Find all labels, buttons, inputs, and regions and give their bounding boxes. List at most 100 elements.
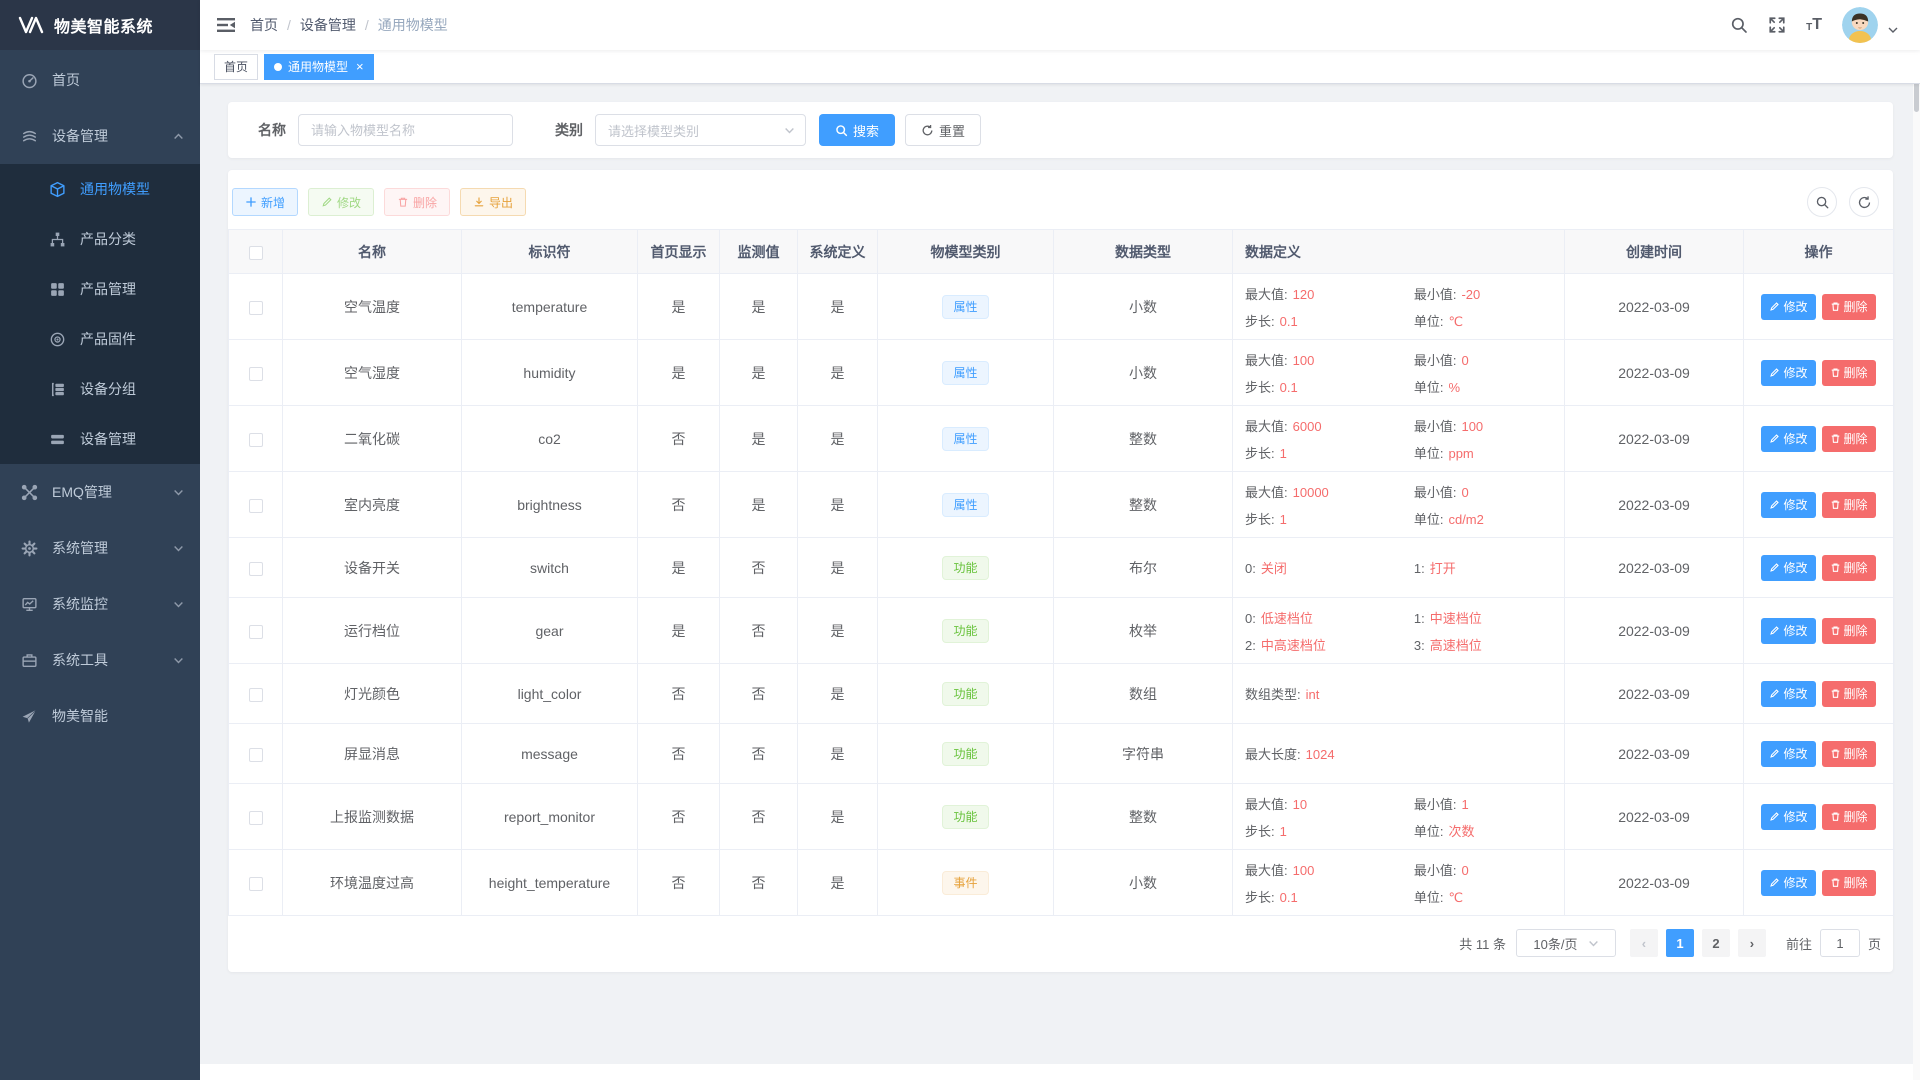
category-tag: 功能 — [942, 619, 988, 643]
prev-page-button[interactable]: ‹ — [1630, 929, 1658, 957]
sidebar-subitem-5[interactable]: 设备管理 — [0, 414, 200, 464]
add-button[interactable]: 新增 — [232, 188, 298, 216]
row-edit-button[interactable]: 修改 — [1761, 360, 1815, 386]
sidebar-item-4[interactable]: 系统监控 — [0, 576, 200, 632]
cell-name: 设备开关 — [283, 538, 462, 598]
fullscreen-icon[interactable] — [1768, 16, 1786, 34]
main-area: 首页/设备管理/通用物模型 TT 首页通用物模型× 名称 — [200, 0, 1920, 1080]
cell-name: 灯光颜色 — [283, 664, 462, 724]
select-all-checkbox[interactable] — [249, 246, 263, 260]
avatar[interactable] — [1842, 7, 1878, 43]
cell-created-time: 2022-03-09 — [1565, 538, 1744, 598]
row-edit-button[interactable]: 修改 — [1761, 294, 1815, 320]
name-filter-input[interactable] — [298, 114, 513, 146]
row-delete-button[interactable]: 删除 — [1822, 618, 1876, 644]
delete-button[interactable]: 删除 — [384, 188, 450, 216]
cell-data-type: 小数 — [1054, 274, 1233, 340]
row-edit-button[interactable]: 修改 — [1761, 804, 1815, 830]
row-checkbox[interactable] — [249, 811, 263, 825]
column-header: 标识符 — [462, 230, 638, 274]
row-delete-button[interactable]: 删除 — [1822, 870, 1876, 896]
reset-button[interactable]: 重置 — [905, 114, 981, 146]
sidebar-item-label: 设备管理 — [52, 126, 108, 146]
cell-select — [229, 664, 283, 724]
page-button-2[interactable]: 2 — [1702, 929, 1730, 957]
search-icon[interactable] — [1730, 16, 1748, 34]
search-button[interactable]: 搜索 — [819, 114, 895, 146]
row-checkbox[interactable] — [249, 499, 263, 513]
row-edit-button[interactable]: 修改 — [1761, 681, 1815, 707]
sidebar-item-3[interactable]: 系统管理 — [0, 520, 200, 576]
caret-down-icon[interactable] — [1888, 26, 1898, 34]
row-edit-button[interactable]: 修改 — [1761, 492, 1815, 518]
row-checkbox[interactable] — [249, 688, 263, 702]
next-page-button[interactable]: › — [1738, 929, 1766, 957]
sidebar-subitem-1[interactable]: 产品分类 — [0, 214, 200, 264]
cell-created-time: 2022-03-09 — [1565, 598, 1744, 664]
pencil-icon — [1769, 301, 1780, 312]
hamburger-icon[interactable] — [216, 15, 236, 35]
breadcrumb-separator: / — [365, 17, 369, 33]
sidebar-item-6[interactable]: 物美智能 — [0, 688, 200, 744]
sidebar-subitem-3[interactable]: 产品固件 — [0, 314, 200, 364]
sidebar-subitem-2[interactable]: 产品管理 — [0, 264, 200, 314]
table-search-icon[interactable] — [1807, 187, 1837, 217]
cell-select — [229, 538, 283, 598]
category-filter-select[interactable]: 请选择模型类别 — [595, 114, 806, 146]
row-checkbox[interactable] — [249, 301, 263, 315]
tab-通用物模型[interactable]: 通用物模型× — [264, 54, 374, 80]
sidebar-subitem-0[interactable]: 通用物模型 — [0, 164, 200, 214]
page-size-select[interactable]: 10条/页 — [1516, 929, 1616, 957]
sidebar-item-5[interactable]: 系统工具 — [0, 632, 200, 688]
data-def-item: 最大值:10 — [1245, 794, 1414, 813]
cell-system-defined: 是 — [798, 850, 878, 916]
refresh-icon[interactable] — [1849, 187, 1879, 217]
cell-home-display: 否 — [638, 850, 720, 916]
export-button[interactable]: 导出 — [460, 188, 526, 216]
row-delete-button[interactable]: 删除 — [1822, 492, 1876, 518]
row-checkbox[interactable] — [249, 877, 263, 891]
sidebar-item-0[interactable]: 首页 — [0, 52, 200, 108]
cell-data-definition: 最大值:100最小值:0步长:0.1单位:℃ — [1233, 850, 1565, 916]
tab-首页[interactable]: 首页 — [214, 54, 258, 80]
sidebar-subitem-4[interactable]: 设备分组 — [0, 364, 200, 414]
row-delete-button[interactable]: 删除 — [1822, 741, 1876, 767]
page-scrollbar[interactable] — [1913, 0, 1920, 1080]
row-edit-button[interactable]: 修改 — [1761, 741, 1815, 767]
sidebar-item-1[interactable]: 设备管理 — [0, 108, 200, 164]
row-checkbox[interactable] — [249, 625, 263, 639]
tab-close-icon[interactable]: × — [356, 60, 364, 73]
sidebar-item-2[interactable]: EMQ管理 — [0, 464, 200, 520]
total-count: 共 11 条 — [1459, 934, 1506, 953]
row-checkbox[interactable] — [249, 748, 263, 762]
row-edit-button[interactable]: 修改 — [1761, 426, 1815, 452]
row-delete-button[interactable]: 删除 — [1822, 555, 1876, 581]
cell-home-display: 否 — [638, 472, 720, 538]
goto-page-input[interactable] — [1820, 929, 1860, 957]
font-size-icon[interactable]: TT — [1806, 17, 1822, 33]
edit-button[interactable]: 修改 — [308, 188, 374, 216]
row-edit-button[interactable]: 修改 — [1761, 870, 1815, 896]
logo[interactable]: 物美智能系统 — [0, 0, 200, 50]
row-edit-button[interactable]: 修改 — [1761, 555, 1815, 581]
row-checkbox[interactable] — [249, 562, 263, 576]
cell-identifier: brightness — [462, 472, 638, 538]
row-delete-button[interactable]: 删除 — [1822, 426, 1876, 452]
row-delete-button[interactable]: 删除 — [1822, 804, 1876, 830]
cell-identifier: switch — [462, 538, 638, 598]
row-checkbox[interactable] — [249, 367, 263, 381]
row-delete-button[interactable]: 删除 — [1822, 294, 1876, 320]
row-checkbox[interactable] — [249, 433, 263, 447]
row-delete-button[interactable]: 删除 — [1822, 360, 1876, 386]
breadcrumb-item[interactable]: 设备管理 — [300, 15, 356, 35]
row-delete-button[interactable]: 删除 — [1822, 681, 1876, 707]
cell-name: 运行档位 — [283, 598, 462, 664]
category-tag: 属性 — [942, 427, 988, 451]
column-header: 监测值 — [720, 230, 798, 274]
cell-actions: 修改删除 — [1744, 724, 1894, 784]
row-edit-button[interactable]: 修改 — [1761, 618, 1815, 644]
data-def-item: 最小值:-20 — [1414, 284, 1552, 303]
dashboard-icon — [20, 71, 38, 89]
page-button-1[interactable]: 1 — [1666, 929, 1694, 957]
breadcrumb-item[interactable]: 首页 — [250, 15, 278, 35]
